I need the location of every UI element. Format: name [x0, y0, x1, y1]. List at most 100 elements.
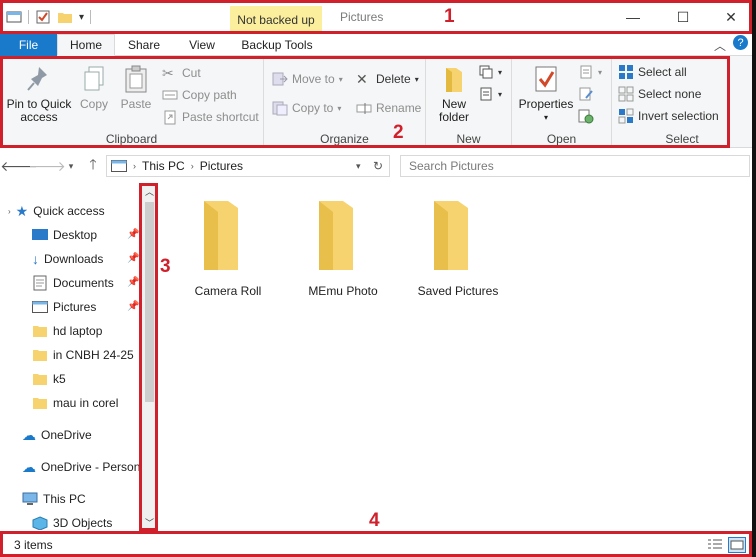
tab-share[interactable]: Share: [115, 34, 173, 56]
new-folder-button[interactable]: New folder: [434, 64, 474, 124]
rename-button[interactable]: Rename: [356, 100, 421, 116]
move-to-label: Move to: [292, 72, 335, 86]
address-dropdown-icon[interactable]: ▾: [356, 161, 361, 172]
onedrive-personal-label: OneDrive - Person: [41, 460, 141, 474]
chevron-down-icon: ▾: [498, 89, 503, 99]
open-group-label: Open: [546, 132, 577, 146]
nav-item-pictures[interactable]: Pictures: [32, 296, 96, 318]
copy-path-button[interactable]: Copy path: [162, 87, 237, 103]
select-none-button[interactable]: Select none: [618, 86, 701, 102]
help-icon[interactable]: ?: [733, 35, 748, 50]
onedrive-label: OneDrive: [41, 428, 92, 442]
tab-file[interactable]: File: [0, 34, 57, 56]
nav-item-mau-in-corel[interactable]: mau in corel: [32, 392, 118, 414]
history-button[interactable]: [578, 108, 594, 124]
folder-item[interactable]: MEmu Photo: [288, 198, 398, 298]
nav-item-downloads[interactable]: ↓ Downloads: [32, 248, 103, 270]
nav-item-documents[interactable]: Documents: [32, 272, 114, 294]
paste-button[interactable]: Paste: [118, 64, 154, 111]
pinned-icon: 📌: [127, 277, 140, 288]
copy-to-button[interactable]: Copy to ▾: [272, 100, 341, 116]
ribbon-tabs: File Home Share View Backup Tools ︿ ?: [0, 34, 752, 56]
copy-to-label: Copy to: [292, 101, 334, 115]
paste-shortcut-button[interactable]: Paste shortcut: [162, 109, 259, 125]
nav-this-pc[interactable]: This PC: [22, 488, 86, 510]
nav-onedrive[interactable]: ☁ OneDrive: [22, 424, 92, 446]
new-item-button[interactable]: ▾: [478, 64, 502, 80]
close-button[interactable]: ✕: [708, 4, 752, 30]
new-group: New folder ▾ ▾ New: [426, 56, 512, 148]
folder-item[interactable]: Camera Roll: [173, 198, 283, 298]
large-icons-view-icon[interactable]: [728, 537, 746, 553]
download-arrow-icon: ↓: [32, 251, 39, 267]
pin-icon: [27, 67, 47, 91]
recent-locations-icon[interactable]: ▾: [62, 157, 80, 175]
invert-selection-label: Invert selection: [638, 109, 719, 123]
folder-icon: [33, 374, 47, 385]
cut-button[interactable]: ✂ Cut: [162, 65, 201, 81]
open-button[interactable]: ▾: [578, 64, 602, 80]
chevron-down-icon: ▾: [338, 74, 343, 84]
folder-icon: [33, 350, 47, 361]
paste-label: Paste: [120, 97, 152, 111]
tab-view[interactable]: View: [173, 34, 231, 56]
folder-item[interactable]: Saved Pictures: [403, 198, 513, 298]
tab-backup-tools[interactable]: Backup Tools: [231, 34, 323, 56]
nav-item-label: mau in corel: [53, 396, 119, 410]
nav-scrollbar[interactable]: ︿ ﹀: [141, 184, 157, 532]
nav-3d-objects[interactable]: 3D Objects: [32, 512, 112, 532]
nav-onedrive-personal[interactable]: ☁ OneDrive - Person: [22, 456, 140, 478]
details-view-icon[interactable]: [707, 538, 723, 552]
collapse-ribbon-icon[interactable]: ︿: [714, 37, 726, 54]
nav-item-label: k5: [53, 372, 66, 386]
backup-status-badge[interactable]: Not backed up: [230, 6, 322, 34]
nav-item-in-cnbh[interactable]: in CNBH 24-25: [32, 344, 134, 366]
cloud-icon: ☁: [22, 426, 36, 443]
pin-to-quick-access-button[interactable]: Pin to Quick access: [6, 64, 72, 124]
refresh-icon[interactable]: ↻: [373, 159, 383, 173]
move-to-button[interactable]: Move to ▾: [272, 71, 343, 87]
scroll-up-icon[interactable]: ︿: [145, 185, 154, 198]
maximize-button[interactable]: ☐: [660, 4, 706, 30]
tab-home[interactable]: Home: [57, 34, 115, 56]
address-bar[interactable]: › This PC › Pictures ▾ ↻: [106, 155, 390, 177]
customize-qat-icon[interactable]: ▾: [79, 12, 84, 23]
search-input[interactable]: Search Pictures: [400, 155, 750, 177]
up-button[interactable]: 🡑: [84, 156, 102, 175]
select-none-icon: [618, 86, 634, 102]
paste-shortcut-icon: [164, 110, 176, 125]
properties-button[interactable]: Properties ▾: [516, 64, 576, 124]
properties-icon[interactable]: [35, 9, 51, 25]
folder-label: Saved Pictures: [417, 284, 499, 298]
nav-item-desktop[interactable]: Desktop: [32, 224, 97, 246]
delete-button[interactable]: ✕ Delete ▾: [356, 71, 419, 87]
paste-icon: [125, 65, 147, 93]
invert-selection-button[interactable]: Invert selection: [618, 108, 719, 124]
nav-quick-access[interactable]: › ★ Quick access: [8, 200, 105, 222]
navigation-pane: › ★ Quick access Desktop 📌 ↓ Downloads 📌…: [0, 184, 157, 532]
annotation-label-2: 2: [393, 122, 404, 143]
nav-item-k5[interactable]: k5: [32, 368, 66, 390]
back-button[interactable]: 🡐: [0, 157, 38, 175]
new-folder-icon[interactable]: [57, 9, 73, 25]
this-pc-label: This PC: [43, 492, 86, 506]
select-all-button[interactable]: Select all: [618, 64, 687, 80]
easy-access-button[interactable]: ▾: [478, 86, 502, 102]
explorer-window: ▾ Not backed up Pictures — ☐ ✕ File Home…: [0, 0, 752, 557]
scroll-down-icon[interactable]: ﹀: [145, 516, 154, 529]
breadcrumb-this-pc[interactable]: This PC: [142, 159, 185, 173]
nav-item-hd-laptop[interactable]: hd laptop: [32, 320, 102, 342]
clipboard-group: Pin to Quick access Copy Paste ✂ Cut Cop…: [0, 56, 264, 148]
open-icon: [580, 65, 592, 79]
edit-button[interactable]: [578, 86, 594, 102]
minimize-button[interactable]: —: [610, 4, 656, 30]
forward-button[interactable]: 🡒: [28, 157, 66, 175]
scissors-icon: ✂: [162, 65, 174, 81]
breadcrumb-pictures[interactable]: Pictures: [200, 159, 243, 173]
file-list: Camera Roll MEmu Photo Saved Pictures: [157, 184, 752, 532]
documents-icon: [33, 275, 47, 291]
scrollbar-thumb[interactable]: [145, 202, 154, 402]
pinned-icon: 📌: [127, 301, 140, 312]
copy-button[interactable]: Copy: [76, 64, 112, 111]
select-group-label: Select: [665, 132, 699, 146]
